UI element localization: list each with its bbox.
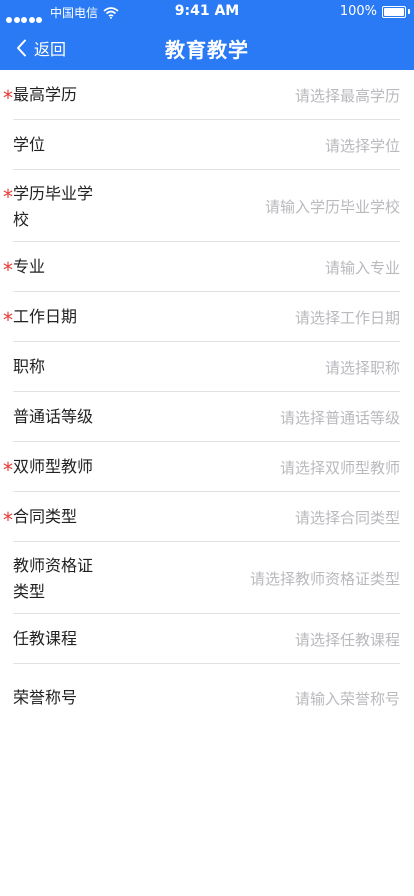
form-row[interactable]: * 双师型教师 请选择双师型教师	[0, 442, 414, 492]
required-star-icon: *	[3, 458, 13, 482]
field-placeholder[interactable]: 请输入学历毕业学校	[265, 196, 400, 217]
field-placeholder[interactable]: 请选择教师资格证类型	[250, 568, 400, 589]
page-title: 教育教学	[165, 38, 249, 62]
form-row[interactable]: 职称 请选择职称	[0, 342, 414, 392]
field-label: 工作日期	[13, 307, 78, 326]
field-label: 专业	[13, 257, 46, 276]
battery-icon	[382, 6, 406, 18]
field-placeholder[interactable]: 请选择普通话等级	[280, 407, 400, 428]
field-placeholder[interactable]: 请选择任教课程	[295, 629, 400, 650]
field-label: 荣誉称号	[13, 688, 78, 707]
field-placeholder[interactable]: 请输入荣誉称号	[295, 688, 400, 709]
required-star-icon: *	[3, 508, 13, 532]
field-placeholder[interactable]: 请选择职称	[325, 357, 400, 378]
field-placeholder[interactable]: 请选择双师型教师	[280, 457, 400, 478]
field-placeholder[interactable]: 请选择合同类型	[295, 507, 400, 528]
field-placeholder[interactable]: 请选择最高学历	[295, 85, 400, 106]
battery-tip	[408, 9, 410, 14]
field-label: 普通话等级	[13, 407, 94, 426]
form-row[interactable]: * 最高学历 请选择最高学历	[0, 70, 414, 120]
header: 中国电信 9:41 AM 100% 返回 教育教学	[0, 0, 414, 70]
required-star-icon: *	[3, 86, 13, 110]
field-label: 职称	[13, 357, 46, 376]
required-star-icon: *	[3, 308, 13, 332]
field-label: 最高学历	[13, 85, 78, 104]
form-row[interactable]: * 学历毕业学校 请输入学历毕业学校	[0, 170, 414, 242]
field-placeholder[interactable]: 请输入专业	[325, 257, 400, 278]
field-label: 学位	[13, 135, 46, 154]
form-row[interactable]: 普通话等级 请选择普通话等级	[0, 392, 414, 442]
field-label: 合同类型	[13, 507, 78, 526]
field-label: 教师资格证 类型	[13, 556, 94, 601]
battery-percent: 100%	[339, 4, 377, 19]
status-bar: 中国电信 9:41 AM 100%	[0, 0, 414, 24]
field-placeholder[interactable]: 请选择工作日期	[295, 307, 400, 328]
nav-bar: 返回 教育教学	[0, 26, 414, 70]
form-row[interactable]: * 专业 请输入专业	[0, 242, 414, 292]
form-row[interactable]: 任教课程 请选择任教课程	[0, 614, 414, 664]
field-label: 学历毕业学校	[13, 184, 94, 229]
required-star-icon: *	[3, 258, 13, 282]
form-row[interactable]: * 工作日期 请选择工作日期	[0, 292, 414, 342]
field-placeholder[interactable]: 请选择学位	[325, 135, 400, 156]
form-row[interactable]: 荣誉称号 请输入荣誉称号	[0, 664, 414, 732]
education-form: * 最高学历 请选择最高学历 学位 请选择学位 * 学历毕业学校请输入学历毕业学校 * 专业 请输…	[0, 70, 414, 732]
required-star-icon: *	[3, 185, 13, 209]
field-label: 双师型教师	[13, 457, 94, 476]
form-row[interactable]: * 合同类型 请选择合同类型	[0, 492, 414, 542]
form-row[interactable]: 学位 请选择学位	[0, 120, 414, 170]
form-row[interactable]: 教师资格证 类型 请选择教师资格证类型	[0, 542, 414, 614]
field-label: 任教课程	[13, 629, 78, 648]
